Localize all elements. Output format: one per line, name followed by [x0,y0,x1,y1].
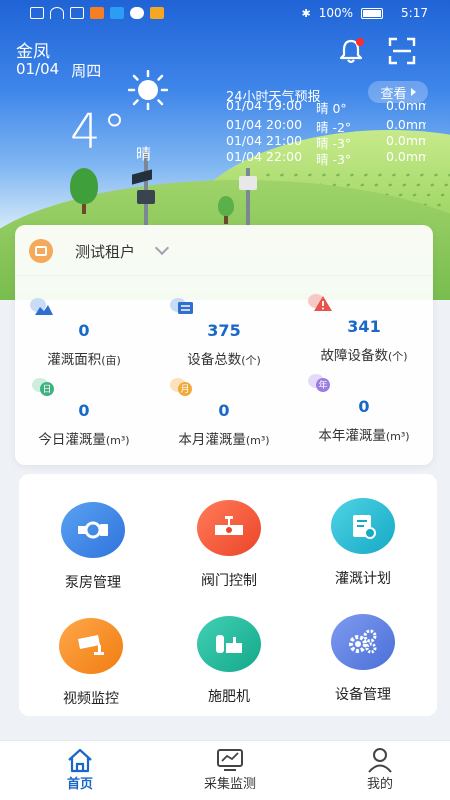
year-icon: 年 [308,374,330,392]
stat-label: 设备总数(个) [187,352,261,368]
wifi-icon [50,7,64,19]
stat-value: 341 [347,317,381,336]
nav-label: 我的 [366,777,393,792]
stat-value: 0 [78,321,90,340]
bottom-nav: 首页 采集监测 我的 [0,740,450,800]
scan-icon[interactable] [388,37,416,65]
fertilizer-icon [197,616,261,672]
battery-icon [361,7,384,19]
function-label: 设备管理 [335,687,391,703]
view-forecast-label: 查看 [380,86,407,102]
stat-label: 今日灌溉量(m³) [38,432,130,448]
fertilizer-machine-button[interactable]: 施肥机 [169,616,289,706]
stat-month-irrigation[interactable]: 月 0 本月灌溉量(m³) [159,378,289,448]
view-forecast-button[interactable]: 查看 [368,81,428,103]
profile-icon [368,748,392,773]
tenant-selector[interactable]: 测试租户 [29,239,170,263]
plan-icon [331,498,395,554]
stat-value: 0 [358,397,370,416]
device-management-button[interactable]: 设备管理 [303,614,423,704]
stat-device-total[interactable]: 375 设备总数(个) [159,298,289,368]
chevron-down-icon [154,240,170,256]
svg-text:日: 日 [42,384,51,395]
function-label: 阀门控制 [201,573,257,589]
irrigation-plan-button[interactable]: 灌溉计划 [303,498,423,588]
date: 01/04 [16,60,60,78]
valve-icon [197,500,261,556]
month-icon: 月 [170,378,192,396]
svg-text:月: 月 [180,384,189,395]
forecast-row: 01/04 19:00 晴 0° 0.0mm [226,101,426,116]
video-monitoring-button[interactable]: 视频监控 [31,618,151,708]
tree-illustration [70,168,98,214]
stat-value: 375 [207,321,241,340]
stat-year-irrigation[interactable]: 年 0 本年灌溉量(m³) [299,374,429,444]
function-label: 泵房管理 [65,575,121,591]
function-label: 视频监控 [63,691,119,707]
sensor-pole-icon [239,168,257,228]
weekday: 周四 [71,62,102,80]
date-line: 01/04 周四 [16,60,101,81]
nav-label: 采集监测 [203,777,256,792]
download-icon [70,7,84,19]
nav-monitoring[interactable]: 采集监测 [180,747,280,792]
stat-today-irrigation[interactable]: 日 0 今日灌溉量(m³) [19,378,149,448]
function-label: 灌溉计划 [335,571,391,587]
stat-label: 本年灌溉量(m³) [318,428,410,444]
location-name[interactable]: 金凤 [16,37,50,62]
divider [15,275,433,276]
nav-label: 首页 [66,777,93,792]
gears-icon [331,614,395,670]
sim-icon [30,7,44,19]
stat-fault-devices[interactable]: 341 故障设备数(个) [299,294,429,364]
status-bar: ✱ 100% 5:17 [0,0,450,28]
monitor-icon [217,749,243,771]
camera-icon [59,618,123,674]
stat-label: 本月灌溉量(m³) [178,432,270,448]
nav-home[interactable]: 首页 [30,747,130,792]
function-label: 施肥机 [208,689,250,705]
svg-text:年: 年 [318,379,327,391]
bell-icon[interactable] [336,36,366,66]
area-icon [30,298,53,315]
tenant-name: 测试租户 [75,242,136,261]
app-notify-icon [150,7,164,19]
battery-percent: 100% [318,6,354,20]
device-icon [170,298,193,314]
sun-icon [128,70,168,110]
stat-label: 故障设备数(个) [320,348,408,364]
day-icon: 日 [32,378,54,396]
building-icon [29,239,53,263]
stats-card: 测试租户 0 灌溉面积(亩) 375 设备总数(个) 341 故障设备数(个) … [15,225,433,465]
fault-icon [308,294,332,311]
stat-value: 0 [78,401,90,420]
home-icon [68,748,92,773]
function-grid: 泵房管理 阀门控制 灌溉计划 视频监控 施肥机 设备管理 [19,474,437,716]
valve-control-button[interactable]: 阀门控制 [169,500,289,590]
stat-irrigation-area[interactable]: 0 灌溉面积(亩) [19,298,149,368]
nav-profile[interactable]: 我的 [330,747,430,792]
stat-label: 灌溉面积(亩) [47,352,121,368]
tree-illustration [218,196,234,224]
current-temperature: 4° [70,104,129,160]
forecast-row: 01/04 22:00 晴 -3° 0.0mm [226,149,426,167]
pump-room-button[interactable]: 泵房管理 [33,502,153,592]
cloud-icon [130,7,144,19]
browser-notify-icon [110,7,124,19]
bluetooth-icon: ✱ [301,6,311,20]
play-arrow-icon [410,88,416,96]
forecast-list[interactable]: 01/04 19:00 晴 0° 0.0mm 01/04 20:00 晴 -2°… [226,101,426,167]
clock: 5:17 [401,6,428,20]
current-condition: 晴 [136,145,152,163]
app-notify-icon [90,7,104,19]
pump-icon [61,502,125,558]
stat-value: 0 [218,401,230,420]
